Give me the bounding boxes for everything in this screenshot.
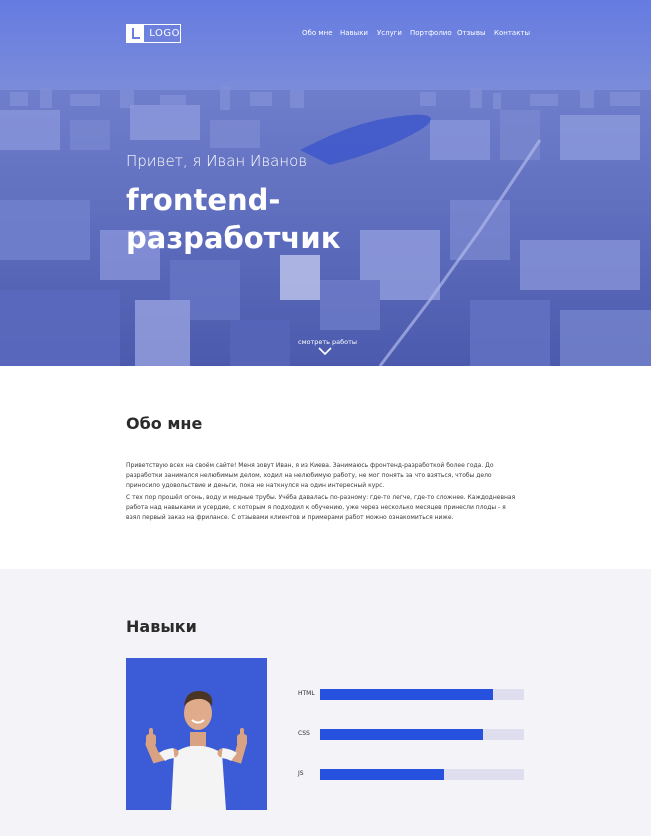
profile-photo — [126, 658, 267, 810]
skill-bar-fill — [320, 729, 484, 740]
skill-bar-fill — [320, 769, 445, 780]
nav-link-reviews[interactable]: Отзывы — [457, 29, 486, 37]
skill-label-css: CSS — [298, 730, 310, 737]
skill-label-html: HTML — [298, 690, 315, 697]
logo-mark-icon — [127, 25, 145, 42]
person-thumbs-up-illustration — [145, 690, 247, 810]
nav-link-about[interactable]: Обо мне — [302, 29, 333, 37]
skills-title: Навыки — [126, 617, 197, 636]
hero-greeting: Привет, я Иван Иванов — [126, 152, 308, 170]
about-paragraph-1: Приветствую всех на своём сайте! Меня зо… — [126, 462, 494, 489]
skill-bar-fill — [320, 689, 494, 700]
about-section: Обо мне Приветствую всех на своём сайте!… — [0, 366, 651, 569]
chevron-down-icon[interactable] — [318, 347, 332, 355]
see-works-link[interactable]: смотреть работы — [298, 338, 357, 346]
skill-label-js: JS — [298, 770, 304, 777]
skill-bar-js — [320, 769, 524, 780]
skill-bar-html — [320, 689, 524, 700]
nav-link-skills[interactable]: Навыки — [340, 29, 368, 37]
logo-text: LOGO — [149, 28, 180, 39]
nav-link-services[interactable]: Услуги — [377, 29, 402, 37]
hero-section: LOGO Обо мне Навыки Услуги Портфолио Отз… — [0, 0, 651, 366]
logo[interactable]: LOGO — [126, 24, 181, 43]
skill-bar-css — [320, 729, 524, 740]
about-paragraph-2: С тех пор прошёл огонь, воду и медные тр… — [126, 494, 516, 521]
about-title: Обо мне — [126, 414, 203, 433]
nav-link-portfolio[interactable]: Портфолио — [410, 29, 452, 37]
hero-headline: frontend-разработчик — [126, 183, 341, 255]
nav-link-contacts[interactable]: Контакты — [494, 29, 530, 37]
skills-section: Навыки HTML CSS JS — [0, 569, 651, 836]
